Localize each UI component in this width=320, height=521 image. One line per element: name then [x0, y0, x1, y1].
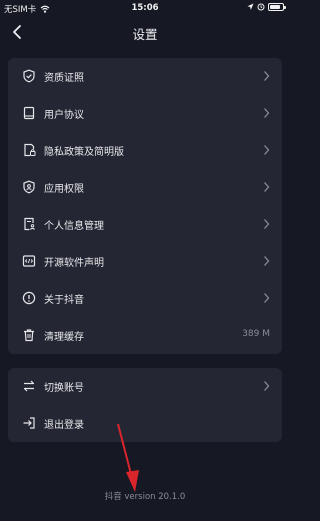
- version-text: 抖音 version 20.1.0: [104, 492, 186, 502]
- chevron-right-icon: [264, 219, 270, 229]
- row-label: 退出登录: [44, 420, 84, 431]
- book-icon: [23, 106, 35, 120]
- row-label: 个人信息管理: [44, 221, 104, 232]
- info-icon: [22, 291, 36, 305]
- settings-row-clear-cache[interactable]: 清理缓存 389 M: [8, 317, 282, 354]
- alarm-icon: [257, 3, 265, 11]
- settings-row-open-source[interactable]: 开源软件声明: [8, 243, 282, 280]
- row-label: 清理缓存: [44, 332, 84, 343]
- document-lock-icon: [24, 143, 36, 157]
- settings-row-personal-info[interactable]: 个人信息管理: [8, 206, 282, 243]
- location-icon: [247, 3, 254, 10]
- settings-row-user-agreement[interactable]: 用户协议: [8, 95, 282, 132]
- document-user-icon: [24, 217, 35, 231]
- settings-row-switch-account[interactable]: 切换账号: [8, 368, 282, 405]
- row-label: 隐私政策及简明版: [44, 147, 124, 158]
- code-icon: [22, 255, 36, 267]
- row-label: 用户协议: [44, 110, 84, 121]
- settings-group-main: 资质证照 用户协议 隐私政策及简明版 应用权限 个人信息管理 开源软件声明 关于…: [8, 58, 282, 354]
- cache-size: 389 M: [242, 329, 270, 339]
- settings-row-app-permissions[interactable]: 应用权限: [8, 169, 282, 206]
- row-label: 资质证照: [44, 73, 84, 84]
- shield-user-icon: [23, 180, 35, 194]
- settings-group-account: 切换账号 退出登录: [8, 368, 282, 442]
- chevron-right-icon: [264, 108, 270, 118]
- trash-icon: [24, 329, 34, 342]
- chevron-right-icon: [264, 145, 270, 155]
- chevron-right-icon: [264, 182, 270, 192]
- settings-row-qualifications[interactable]: 资质证照: [8, 58, 282, 95]
- row-label: 应用权限: [44, 184, 84, 195]
- logout-icon: [23, 417, 35, 429]
- chevron-right-icon: [264, 293, 270, 303]
- battery-icon: [268, 3, 286, 11]
- row-label: 开源软件声明: [44, 258, 104, 269]
- switch-icon: [23, 380, 35, 392]
- status-bar: 无SIM卡 15:06: [0, 0, 290, 16]
- chevron-right-icon: [264, 381, 270, 391]
- row-label: 关于抖音: [44, 295, 84, 306]
- chevron-right-icon: [264, 256, 270, 266]
- row-label: 切换账号: [44, 383, 84, 394]
- page-title: 设置: [132, 27, 158, 42]
- shield-check-icon: [23, 69, 35, 83]
- nav-bar: 设置: [0, 16, 290, 48]
- settings-row-logout[interactable]: 退出登录: [8, 405, 282, 442]
- settings-row-about[interactable]: 关于抖音: [8, 280, 282, 317]
- settings-row-privacy-policy[interactable]: 隐私政策及简明版: [8, 132, 282, 169]
- chevron-right-icon: [264, 71, 270, 81]
